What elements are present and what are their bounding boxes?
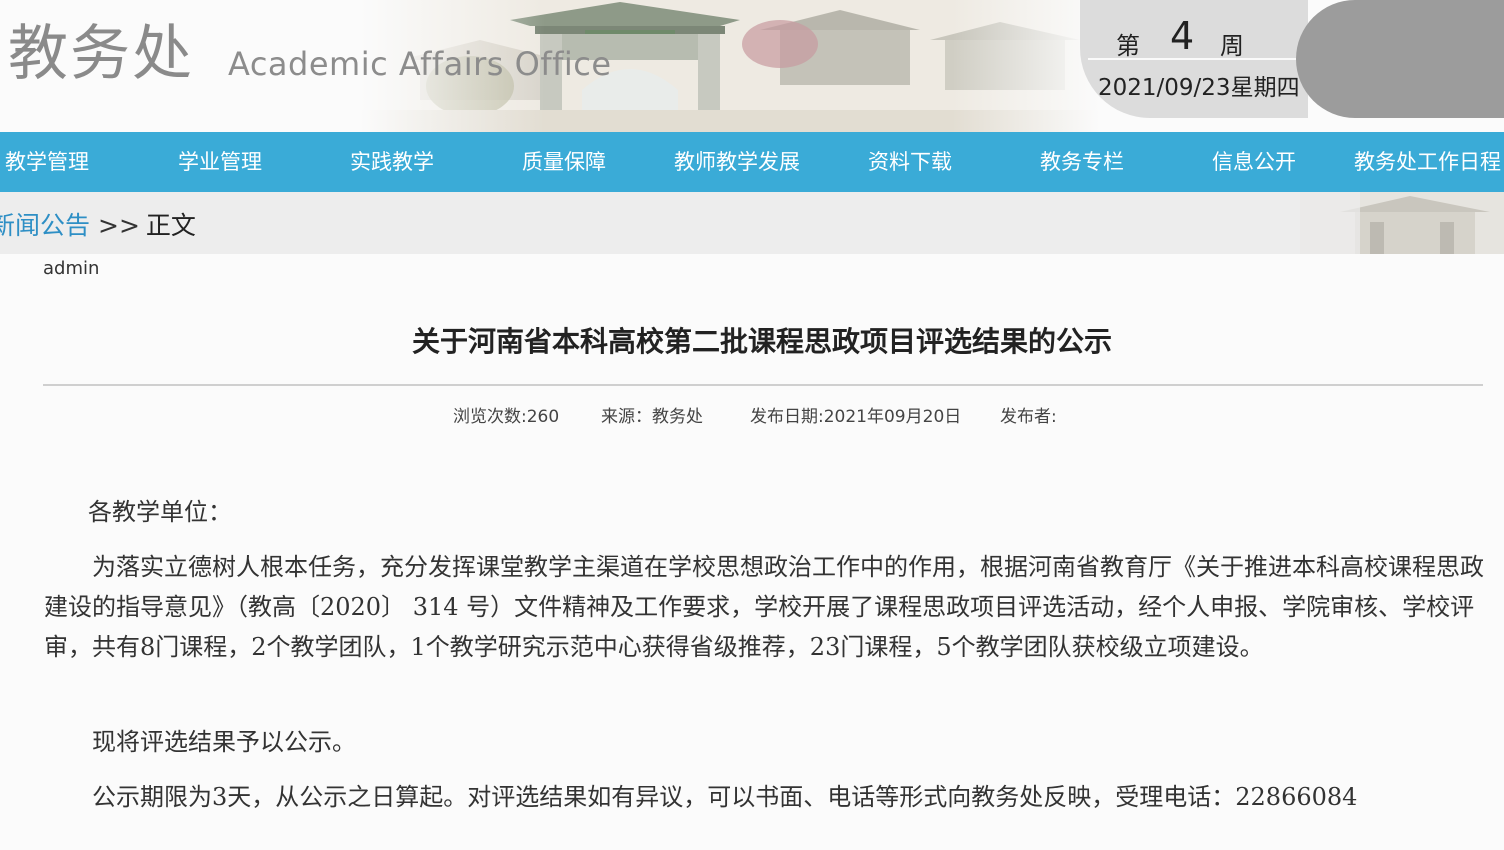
week-suffix: 周 <box>1220 32 1244 60</box>
article-container: admin 关于河南省本科高校第二批课程思政项目评选结果的公示 浏览次数:260… <box>0 254 1504 850</box>
breadcrumb-current: 正文 <box>145 211 196 240</box>
week-indicator: 第 4 周 2021/09/23星期四 <box>1080 0 1308 118</box>
nav-item-downloads[interactable]: 资料下载 <box>868 132 952 192</box>
article-source: 来源：教务处 <box>601 407 703 427</box>
week-prefix: 第 <box>1116 32 1140 60</box>
nav-item-info-disclosure[interactable]: 信息公开 <box>1212 132 1296 192</box>
breadcrumb-separator: >> <box>98 211 140 240</box>
breadcrumb-decoration <box>1300 192 1504 254</box>
header-decoration-shape <box>1296 0 1504 118</box>
week-divider <box>1088 58 1298 60</box>
site-logo-chinese: 教务处 <box>8 19 194 89</box>
nav-item-teacher-development[interactable]: 教师教学发展 <box>674 132 800 192</box>
nav-item-academic-management[interactable]: 学业管理 <box>178 132 262 192</box>
article-greeting: 各教学单位： <box>88 498 232 526</box>
current-date: 2021/09/23星期四 <box>1098 75 1300 101</box>
article-publish-date: 发布日期:2021年09月20日 <box>750 407 962 427</box>
breadcrumb: 新闻公告 >> 正文 <box>0 206 196 242</box>
nav-item-affairs-column[interactable]: 教务专栏 <box>1040 132 1124 192</box>
article-author: admin <box>43 258 100 279</box>
article-paragraph-2: 现将评选结果予以公示。 <box>92 728 356 756</box>
main-nav: 教学管理 学业管理 实践教学 质量保障 教师教学发展 资料下载 教务专栏 信息公… <box>0 132 1504 192</box>
article-paragraph-3: 公示期限为3天，从公示之日算起。对评选结果如有异议，可以书面、电话等形式向教务处… <box>92 783 1358 811</box>
article-views: 浏览次数:260 <box>453 407 560 427</box>
article-title: 关于河南省本科高校第二批课程思政项目评选结果的公示 <box>411 325 1112 358</box>
breadcrumb-bar: 新闻公告 >> 正文 <box>0 192 1504 254</box>
breadcrumb-link-news[interactable]: 新闻公告 <box>0 211 90 240</box>
article-paragraph-1: 为落实立德树人根本任务，充分发挥课堂教学主渠道在学校思想政治工作中的作用，根据河… <box>44 553 1484 661</box>
site-logo-english: Academic Affairs Office <box>228 45 612 83</box>
nav-item-teaching-management[interactable]: 教学管理 <box>5 132 89 192</box>
nav-item-work-schedule[interactable]: 教务处工作日程 <box>1354 132 1501 192</box>
title-divider <box>43 384 1483 386</box>
article-publisher: 发布者: <box>1000 407 1057 427</box>
nav-item-quality-assurance[interactable]: 质量保障 <box>522 132 606 192</box>
nav-item-practical-teaching[interactable]: 实践教学 <box>350 132 434 192</box>
site-header: 教务处 Academic Affairs Office 第 4 周 2021/0… <box>0 0 1504 132</box>
week-number: 4 <box>1170 14 1195 58</box>
